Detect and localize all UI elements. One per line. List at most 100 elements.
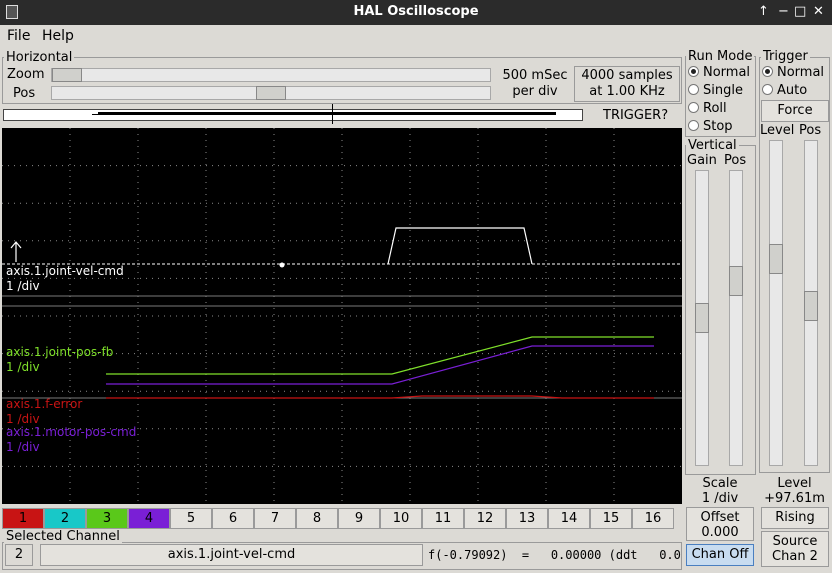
channel-button-13[interactable]: 13 bbox=[506, 508, 548, 529]
channel-button-16[interactable]: 16 bbox=[632, 508, 674, 529]
sample-rate-box[interactable]: 4000 samples at 1.00 KHz bbox=[574, 66, 680, 102]
channel-button-15[interactable]: 15 bbox=[590, 508, 632, 529]
trace-label-motor-pos-cmd: axis.1.motor-pos-cmd 1 /div bbox=[6, 425, 136, 455]
radio-label: Roll bbox=[703, 101, 727, 116]
maximize-icon[interactable]: □ bbox=[794, 4, 806, 19]
title-bar: HAL Oscilloscope ↑ − □ ✕ bbox=[0, 0, 832, 25]
run-mode-single[interactable]: Single bbox=[688, 83, 743, 98]
time-div-value: 500 mSec bbox=[502, 68, 568, 83]
trace-name: axis.1.motor-pos-cmd bbox=[6, 425, 137, 439]
trace-f-error bbox=[106, 395, 654, 399]
zoom-label: Zoom bbox=[7, 67, 45, 82]
channel-button-10[interactable]: 10 bbox=[380, 508, 422, 529]
channel-button-11[interactable]: 11 bbox=[422, 508, 464, 529]
radio-icon bbox=[762, 84, 773, 95]
chan-off-button[interactable]: Chan Off bbox=[686, 544, 754, 566]
gain-slider[interactable] bbox=[695, 170, 709, 466]
run-mode-normal[interactable]: Normal bbox=[688, 65, 750, 80]
radio-label: Auto bbox=[777, 83, 808, 98]
trigger-level-readout: Level +97.61m bbox=[759, 476, 830, 506]
trace-label-f-error: axis.1.f-error 1 /div bbox=[6, 397, 82, 427]
minimize-icon[interactable]: − bbox=[778, 4, 789, 19]
pos-slider[interactable] bbox=[51, 86, 491, 100]
channel-button-14[interactable]: 14 bbox=[548, 508, 590, 529]
offset-value: 0.000 bbox=[701, 525, 739, 540]
radio-icon bbox=[688, 102, 699, 113]
vertical-pos-slider-thumb[interactable] bbox=[729, 266, 743, 296]
channel-button-4[interactable]: 4 bbox=[128, 508, 170, 529]
vertical-pos-slider[interactable] bbox=[729, 170, 743, 466]
channel-button-5[interactable]: 5 bbox=[170, 508, 212, 529]
gain-label: Gain bbox=[687, 153, 717, 168]
trace-name: axis.1.joint-vel-cmd bbox=[6, 264, 124, 278]
menu-help[interactable]: Help bbox=[42, 28, 74, 44]
force-button[interactable]: Force bbox=[761, 100, 829, 122]
per-div-label: per div bbox=[512, 84, 558, 99]
gain-slider-thumb[interactable] bbox=[695, 303, 709, 333]
channel-button-3[interactable]: 3 bbox=[86, 508, 128, 529]
run-mode-label: Run Mode bbox=[686, 49, 755, 64]
vertical-pos-label: Pos bbox=[724, 153, 747, 168]
radio-label: Normal bbox=[703, 65, 751, 80]
trigger-auto[interactable]: Auto bbox=[762, 83, 807, 98]
radio-label: Single bbox=[703, 83, 743, 98]
channel-button-1[interactable]: 1 bbox=[2, 508, 44, 529]
trace-name: axis.1.joint-pos-fb bbox=[6, 345, 114, 359]
trigger-level-slider[interactable] bbox=[769, 140, 783, 466]
channel-button-9[interactable]: 9 bbox=[338, 508, 380, 529]
radio-icon bbox=[688, 66, 699, 77]
channel-button-8[interactable]: 8 bbox=[296, 508, 338, 529]
trigger-point-marker bbox=[279, 262, 285, 268]
trace-label-pos-fb: axis.1.joint-pos-fb 1 /div bbox=[6, 345, 113, 375]
radio-label: Normal bbox=[777, 65, 825, 80]
run-mode-roll[interactable]: Roll bbox=[688, 101, 727, 116]
offset-label: Offset bbox=[700, 510, 740, 525]
trigger-source-button[interactable]: Source Chan 2 bbox=[761, 531, 829, 567]
channel-button-2[interactable]: 2 bbox=[44, 508, 86, 529]
trace-scale: 1 /div bbox=[6, 360, 40, 374]
record-window-line bbox=[98, 112, 556, 114]
radio-icon bbox=[762, 66, 773, 77]
scope-display[interactable]: axis.1.joint-vel-cmd 1 /div axis.1.joint… bbox=[2, 128, 682, 504]
trigger-pos-label: Pos bbox=[799, 123, 822, 138]
trigger-level-slider-thumb[interactable] bbox=[769, 244, 783, 274]
channel-button-7[interactable]: 7 bbox=[254, 508, 296, 529]
selected-channel-number: 2 bbox=[5, 544, 33, 566]
trigger-source-chan: Chan 2 bbox=[772, 549, 818, 564]
up-arrow-icon bbox=[10, 241, 22, 262]
selected-channel-name-button[interactable]: axis.1.joint-vel-cmd bbox=[40, 544, 423, 566]
pos-label: Pos bbox=[13, 86, 36, 101]
selected-channel-label: Selected Channel bbox=[4, 529, 122, 544]
trace-joint-vel-cmd bbox=[387, 227, 533, 265]
trace-scale: 1 /div bbox=[6, 440, 40, 454]
keep-above-icon[interactable]: ↑ bbox=[758, 4, 769, 19]
time-per-div: 500 mSec per div bbox=[498, 68, 572, 100]
trigger-normal[interactable]: Normal bbox=[762, 65, 824, 80]
channel-readout: f(-0.79092) = 0.00000 (ddt 0.0 bbox=[428, 548, 681, 562]
trigger-position-marker bbox=[332, 104, 333, 124]
channel-button-12[interactable]: 12 bbox=[464, 508, 506, 529]
menu-bar: File Help bbox=[0, 25, 832, 47]
record-position-bar bbox=[3, 104, 583, 124]
pos-slider-thumb[interactable] bbox=[256, 86, 286, 100]
channel-button-6[interactable]: 6 bbox=[212, 508, 254, 529]
offset-button[interactable]: Offset 0.000 bbox=[686, 507, 754, 541]
close-icon[interactable]: ✕ bbox=[813, 4, 824, 19]
samples-value: 4000 samples bbox=[581, 68, 673, 83]
vertical-group-label: Vertical bbox=[686, 138, 739, 153]
trace-label-vel-cmd: axis.1.joint-vel-cmd 1 /div bbox=[6, 264, 124, 294]
record-extent-line bbox=[92, 114, 556, 115]
scope-traces bbox=[106, 227, 654, 399]
trigger-level-readout-value: +97.61m bbox=[764, 491, 825, 506]
trigger-level-label: Level bbox=[760, 123, 795, 138]
trigger-group-label: Trigger bbox=[761, 49, 810, 64]
menu-file[interactable]: File bbox=[7, 28, 30, 44]
trigger-source-label: Source bbox=[772, 534, 818, 549]
trigger-pos-slider-thumb[interactable] bbox=[804, 291, 818, 321]
scale-value: 1 /div bbox=[701, 491, 739, 506]
trigger-edge-button[interactable]: Rising bbox=[761, 507, 829, 529]
zoom-slider[interactable] bbox=[51, 68, 491, 82]
run-mode-stop[interactable]: Stop bbox=[688, 119, 733, 134]
zoom-slider-thumb[interactable] bbox=[52, 68, 82, 82]
trigger-pos-slider[interactable] bbox=[804, 140, 818, 466]
